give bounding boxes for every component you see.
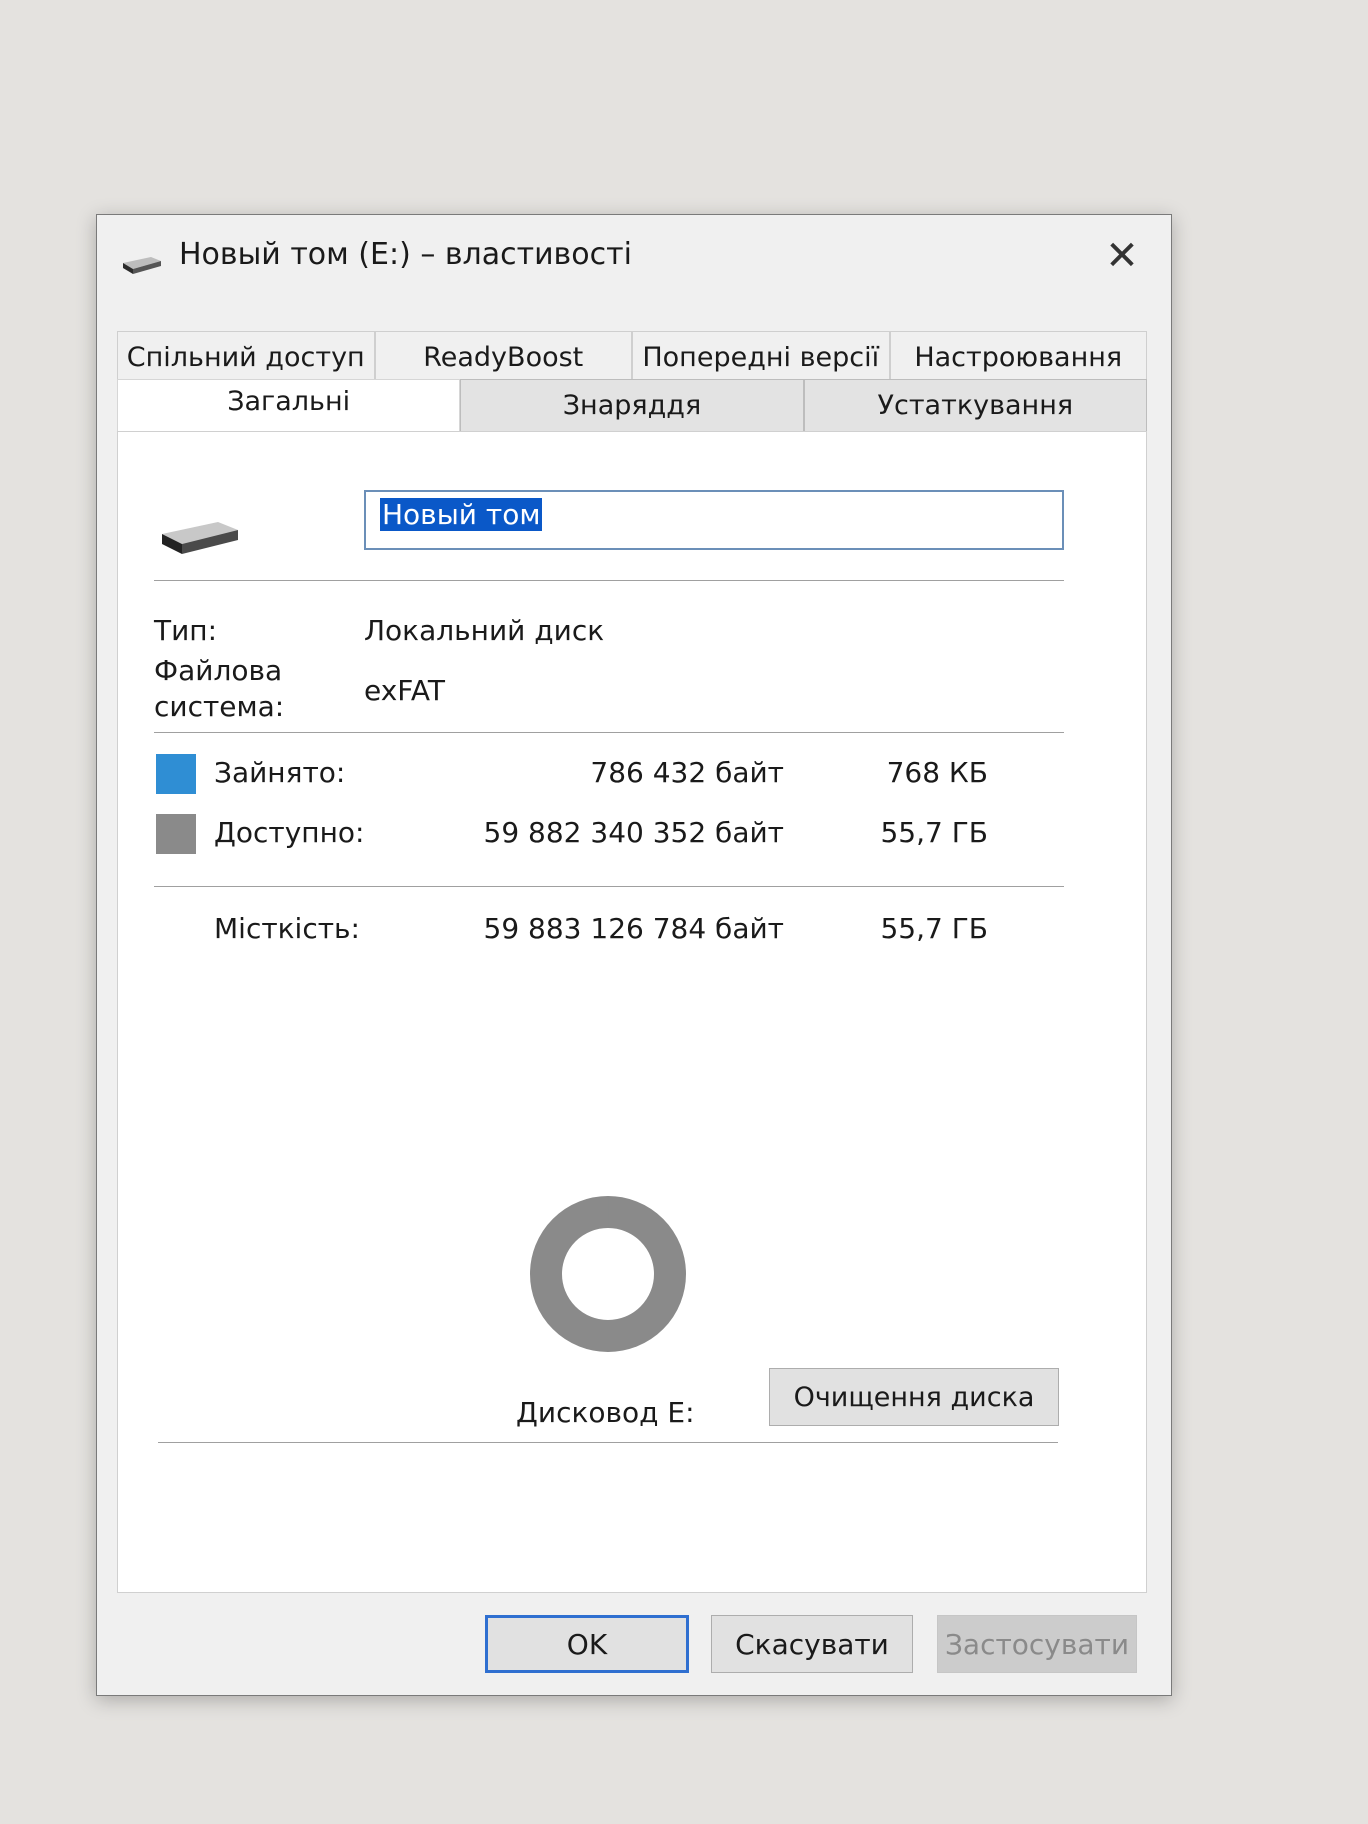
tab-row-front: Загальні Знаряддя Устаткування — [117, 379, 1147, 431]
ok-button[interactable]: OK — [485, 1615, 689, 1673]
divider — [154, 580, 1064, 581]
tab-row-back: Спільний доступ ReadyBoost Попередні вер… — [117, 331, 1147, 381]
free-bytes: 59 882 340 352 байт — [483, 816, 785, 849]
filesystem-label-line1: Файлова — [154, 654, 283, 687]
divider — [154, 886, 1064, 887]
free-short: 55,7 ГБ — [880, 816, 988, 849]
used-bytes: 786 432 байт — [590, 756, 784, 789]
used-short: 768 КБ — [886, 756, 988, 789]
drive-icon — [162, 522, 238, 554]
tab-hardware[interactable]: Устаткування — [803, 379, 1147, 431]
drive-label: Дисковод E: — [516, 1396, 695, 1429]
used-label: Зайнято: — [214, 756, 346, 789]
close-icon: ✕ — [1105, 233, 1139, 279]
tab-general[interactable]: Загальні — [117, 379, 461, 431]
apply-button[interactable]: Застосувати — [937, 1615, 1137, 1673]
capacity-bytes: 59 883 126 784 байт — [483, 912, 785, 945]
divider — [154, 732, 1064, 733]
filesystem-value: exFAT — [364, 674, 445, 707]
disk-usage-ring — [530, 1196, 686, 1352]
drive-icon — [123, 257, 161, 274]
type-value: Локальний диск — [364, 614, 605, 647]
filesystem-label-line2: система: — [154, 690, 285, 723]
volume-name-input[interactable]: Новый том — [364, 490, 1064, 550]
volume-name-value: Новый том — [380, 498, 543, 531]
general-panel: Новый том Тип: Локальний диск Файлова си… — [117, 431, 1147, 1593]
cancel-button[interactable]: Скасувати — [711, 1615, 913, 1673]
divider — [158, 1442, 1058, 1443]
title-bar[interactable]: Новый том (E:) – властивості ✕ — [97, 215, 1171, 299]
tab-customize[interactable]: Настроювання — [889, 331, 1147, 381]
free-space-swatch — [156, 814, 196, 854]
capacity-label: Місткість: — [214, 912, 360, 945]
type-label: Тип: — [154, 614, 218, 647]
capacity-short: 55,7 ГБ — [880, 912, 988, 945]
tab-previous-versions[interactable]: Попередні версії — [632, 331, 890, 381]
used-space-swatch — [156, 754, 196, 794]
window-title: Новый том (E:) – властивості — [179, 237, 632, 272]
tab-readyboost[interactable]: ReadyBoost — [374, 331, 632, 381]
tab-sharing[interactable]: Спільний доступ — [117, 331, 375, 381]
close-button[interactable]: ✕ — [1095, 229, 1149, 283]
disk-cleanup-button[interactable]: Очищення диска — [769, 1368, 1059, 1426]
tab-tools[interactable]: Знаряддя — [460, 379, 804, 431]
properties-dialog: Новый том (E:) – властивості ✕ Спільний … — [96, 214, 1172, 1696]
free-label: Доступно: — [214, 816, 365, 849]
